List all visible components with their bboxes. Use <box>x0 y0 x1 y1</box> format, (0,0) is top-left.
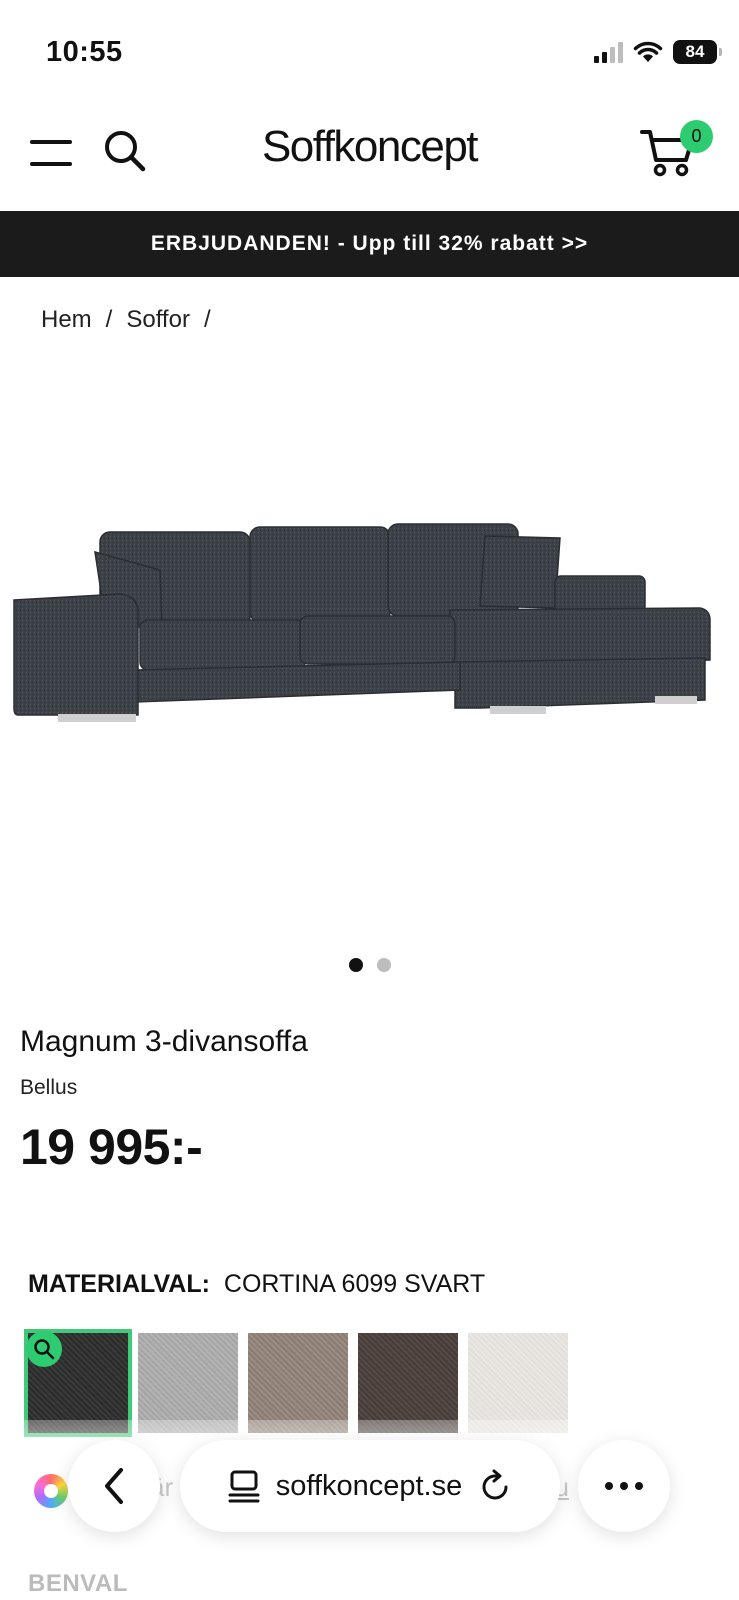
swatch-offwhite[interactable] <box>468 1333 568 1433</box>
status-icons: 84 <box>594 40 722 64</box>
cellular-signal-icon <box>594 41 623 63</box>
breadcrumb-home[interactable]: Hem <box>41 306 92 334</box>
browser-url[interactable]: soffkoncept.se <box>276 1470 462 1503</box>
product-price: 19 995:- <box>20 1119 203 1175</box>
browser-more-button[interactable] <box>578 1440 670 1532</box>
color-wheel-icon <box>34 1474 68 1508</box>
swatch-svart[interactable] <box>24 1329 132 1437</box>
chevron-left-icon <box>105 1468 123 1504</box>
breadcrumb-separator: / <box>105 306 113 333</box>
swatch-mork-brun[interactable] <box>358 1333 458 1433</box>
browser-back-button[interactable] <box>68 1440 160 1532</box>
browser-address-bar[interactable]: soffkoncept.se <box>180 1440 560 1532</box>
swatch-ljusgra[interactable] <box>138 1333 238 1433</box>
product-title: Magnum 3-divansoffa <box>20 1025 308 1058</box>
promo-banner[interactable]: ERBJUDANDEN! - Upp till 32% rabatt >> <box>0 211 739 277</box>
gallery-dot-1[interactable] <box>348 958 363 972</box>
reader-tabs-icon[interactable] <box>228 1469 260 1503</box>
material-label: MATERIALVAL: <box>28 1270 210 1298</box>
more-dots-icon <box>605 1482 643 1490</box>
site-header: Soffkoncept 0 <box>0 100 739 210</box>
gallery-pagination[interactable] <box>0 958 739 972</box>
material-swatches <box>24 1329 568 1437</box>
swatch-beige-brun[interactable] <box>248 1333 348 1433</box>
breadcrumb-soffor[interactable]: Soffor <box>126 306 190 334</box>
zoom-icon[interactable] <box>26 1331 62 1367</box>
material-value: CORTINA 6099 SVART <box>223 1270 486 1298</box>
brand-logo[interactable]: Soffkoncept <box>0 122 739 172</box>
breadcrumb-separator: / <box>203 306 211 333</box>
gallery-dot-2[interactable] <box>376 958 391 972</box>
cart-count-badge[interactable]: 0 <box>680 120 713 153</box>
benval-heading: BENVAL <box>28 1570 128 1597</box>
wifi-icon <box>633 41 663 62</box>
material-selection: MATERIALVAL: CORTINA 6099 SVART <box>28 1270 485 1299</box>
battery-icon: 84 <box>673 40 722 64</box>
breadcrumb: Hem / Soffor / <box>41 306 211 334</box>
reload-icon[interactable] <box>480 1469 512 1503</box>
status-bar: 10:55 84 <box>0 0 739 100</box>
status-time: 10:55 <box>46 36 123 68</box>
product-image[interactable] <box>10 520 730 750</box>
product-brand[interactable]: Bellus <box>20 1076 77 1100</box>
